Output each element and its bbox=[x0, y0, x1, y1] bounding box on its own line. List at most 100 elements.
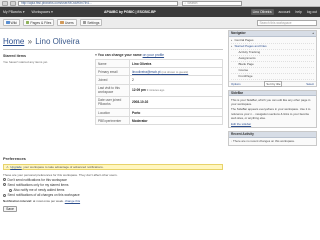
workspaces-label: Workspaces bbox=[31, 10, 51, 14]
notification-option[interactable]: Also notify me of newly added items bbox=[3, 188, 223, 192]
navigator-item-label: Starred Pages and Files bbox=[234, 44, 267, 48]
navigator-sort-select[interactable]: Sort by title bbox=[264, 80, 283, 87]
my-pbworks-label: My PBworks bbox=[3, 10, 22, 14]
change-name-note-text: » You can change your name bbox=[95, 53, 142, 57]
users-icon bbox=[60, 20, 64, 25]
navigator-footer: Options Sort by title Select bbox=[229, 80, 316, 87]
radio-button[interactable] bbox=[3, 193, 6, 197]
wiki-icon bbox=[6, 20, 10, 25]
info-icon: ◦ bbox=[231, 139, 233, 144]
workspace-search-input[interactable]: Search this workspace bbox=[257, 19, 317, 26]
profile-row-value: 2008-10-02 bbox=[129, 95, 223, 109]
sidebar-box: SideBar This is your SideBar, which you … bbox=[228, 89, 317, 129]
wiki-tab-label: Wiki bbox=[10, 20, 17, 25]
my-pbworks-menu[interactable]: My PBworks ▾ bbox=[3, 10, 25, 14]
profile-row-value: Porto bbox=[129, 107, 223, 118]
user-menu: Lino Oliveira account help log out bbox=[250, 9, 317, 15]
notification-option[interactable]: Don't send notifications for this worksp… bbox=[3, 178, 223, 182]
search-icon: ⌕ bbox=[184, 1, 187, 5]
navigator-item-label: FrontPage bbox=[238, 74, 253, 78]
notification-option-label: Don't send notifications for this worksp… bbox=[7, 177, 67, 182]
right-sidebar: Navigator ▴ ▸ Central Pages ▸ Starred Pages… bbox=[228, 30, 317, 149]
profile-row-value-text: 2008-10-02 bbox=[132, 100, 149, 105]
profile-link[interactable]: on your profile bbox=[143, 53, 165, 57]
profile-row-value-text: Moderator bbox=[132, 118, 148, 123]
profile-row-value-text: Porto bbox=[132, 110, 141, 115]
preferences-description: These are your personal preferences for … bbox=[3, 172, 118, 177]
notification-option[interactable]: Send notifications of all changes on thi… bbox=[3, 193, 223, 197]
users-tab[interactable]: Users bbox=[57, 18, 77, 27]
profile-row: Primary email linooliveira@escb.pt (not s… bbox=[95, 67, 223, 77]
sidebar-box-title: SideBar bbox=[231, 90, 244, 95]
profile-row-key: Joined bbox=[95, 75, 130, 85]
preferences-heading: Preferences bbox=[3, 156, 26, 161]
navigator-item[interactable]: FrontPage bbox=[231, 74, 314, 80]
profile-row: PBExperimenter Moderator bbox=[95, 116, 223, 126]
upgrade-warning-text: your workspace to take advantage of adva… bbox=[23, 165, 104, 169]
chevron-down-icon: ▾ bbox=[51, 10, 53, 14]
recent-activity-title: Recent Activity bbox=[231, 132, 254, 137]
recent-activity-item: ◦ There are no recent changes on this wo… bbox=[229, 138, 316, 145]
save-button[interactable]: Save bbox=[3, 206, 17, 213]
user-name-menu[interactable]: Lino Oliveira bbox=[250, 9, 274, 15]
profile-row-value-note: 9 minutes ago bbox=[146, 88, 165, 93]
breadcrumb-home[interactable]: Home bbox=[3, 37, 24, 46]
profile-row: Location Porto bbox=[95, 107, 223, 118]
workspaces-menu[interactable]: Workspaces ▾ bbox=[32, 10, 53, 14]
navigator-box: Navigator ▴ ▸ Central Pages ▸ Starred Pages… bbox=[228, 30, 317, 87]
edit-sidebar-link[interactable]: Edit the sidebar bbox=[231, 122, 251, 126]
profile-row-value-text: 12:09 pm bbox=[132, 88, 146, 93]
notification-option-label: Also notify me of newly added items bbox=[13, 188, 65, 193]
change-name-note: » You can change your name on your profi… bbox=[95, 53, 223, 57]
radio-button[interactable] bbox=[3, 183, 6, 187]
change-interval-link[interactable]: change this bbox=[65, 199, 80, 203]
back-button[interactable] bbox=[2, 0, 8, 6]
radio-button[interactable] bbox=[3, 178, 6, 182]
expand-icon: ▸ bbox=[231, 44, 233, 48]
navigator-item-label: Activity Tracking bbox=[238, 50, 261, 54]
notification-option[interactable]: Send notifications only for my starred i… bbox=[3, 183, 223, 187]
profile-row-key: Primary email bbox=[95, 67, 130, 77]
workspace-title[interactable]: APIAIBC by PGBIC | ESCBIC.BP bbox=[104, 10, 156, 14]
expand-icon: ▸ bbox=[231, 38, 233, 42]
pages-files-tab[interactable]: Pages & Files bbox=[22, 18, 55, 27]
notification-option-label: Send notifications of all changes on thi… bbox=[7, 193, 80, 198]
notification-interval-value: at most once per week. bbox=[32, 199, 64, 204]
pages-files-tab-label: Pages & Files bbox=[30, 20, 52, 25]
warning-icon: ⚠ bbox=[6, 165, 9, 169]
notification-interval: Notification interval: at most once per … bbox=[3, 199, 223, 203]
wiki-tab[interactable]: Wiki bbox=[3, 18, 20, 27]
checkbox[interactable] bbox=[9, 188, 12, 192]
account-link[interactable]: account bbox=[279, 10, 291, 14]
upgrade-link[interactable]: Upgrade bbox=[10, 165, 22, 169]
navigator-title: Navigator bbox=[231, 31, 246, 36]
navigator-item-label: Assignments bbox=[238, 56, 256, 60]
profile-row-key: Last visit to this workspace bbox=[95, 83, 130, 97]
notification-interval-label: Notification interval: bbox=[3, 199, 33, 204]
logout-link[interactable]: log out bbox=[307, 10, 317, 14]
workspace-search-placeholder: Search this workspace bbox=[259, 20, 292, 25]
url-bar[interactable]: http://apia.fbsi.pbworks.com/user/MOoMKt… bbox=[18, 0, 178, 6]
navigator-item-label: Central Pages bbox=[234, 38, 254, 42]
profile-row: Name Lino Oliveira bbox=[95, 58, 223, 69]
collapse-icon[interactable]: ▴ bbox=[312, 31, 314, 35]
chevron-down-icon: ▾ bbox=[22, 10, 25, 14]
navigator-list: ▸ Central Pages ▸ Starred Pages and Files Ac… bbox=[229, 37, 316, 81]
profile-row-key: Name bbox=[95, 58, 130, 69]
profile-row-key: PBExperimenter bbox=[95, 116, 130, 126]
browser-search-input[interactable]: ⌕ Search bbox=[182, 0, 242, 6]
profile-row-value-text: Lino Oliveira bbox=[132, 61, 152, 66]
help-link[interactable]: help bbox=[295, 10, 301, 14]
settings-tab[interactable]: Settings bbox=[79, 18, 103, 27]
users-tab-label: Users bbox=[64, 20, 74, 25]
forward-button[interactable] bbox=[10, 0, 16, 6]
navigator-options-link[interactable]: Options bbox=[231, 82, 241, 86]
navigator-item-label: Blank Page bbox=[238, 62, 254, 66]
sidebar-box-text: This is your SideBar, which you can edit… bbox=[229, 96, 316, 127]
starred-items-panel: Starred items You haven't starred any it… bbox=[3, 54, 63, 64]
starred-items-heading: Starred items bbox=[3, 54, 26, 58]
navigator-select-link[interactable]: Select bbox=[306, 82, 314, 86]
profile-table: Name Lino Oliveira Primary email linoolivei… bbox=[95, 58, 223, 126]
profile-row-value[interactable]: linooliveira@escb.pt (not shown to guest… bbox=[129, 67, 223, 77]
preferences-section: Preferences ⚠ Upgrade your workspace to … bbox=[3, 156, 223, 213]
